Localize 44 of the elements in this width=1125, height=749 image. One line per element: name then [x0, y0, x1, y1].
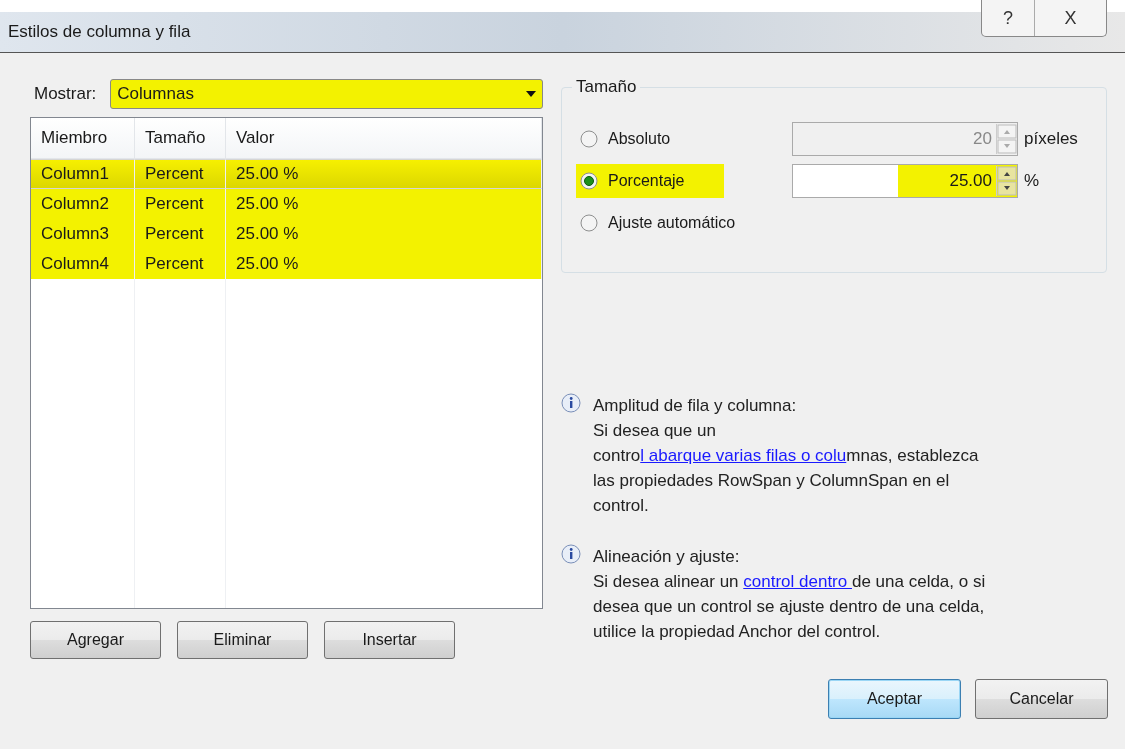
radio-button-icon[interactable]: [580, 214, 598, 232]
info-icon: [561, 544, 581, 564]
radio-button-icon[interactable]: [580, 172, 598, 190]
table-cell[interactable]: Column1: [31, 159, 135, 189]
table-cell[interactable]: 25.00 %: [226, 249, 542, 279]
table-cell[interactable]: 25.00 %: [226, 159, 542, 189]
list-action-button[interactable]: Insertar: [324, 621, 455, 659]
number-field[interactable]: 25.00: [792, 164, 1018, 198]
column-header[interactable]: Tamaño: [135, 118, 226, 159]
info-heading: Alineación y ajuste:: [593, 546, 741, 568]
radio-button-icon[interactable]: [580, 130, 598, 148]
dropdown-arrow-icon: [526, 91, 536, 97]
column-header[interactable]: Miembro: [31, 118, 135, 159]
column-header[interactable]: Valor: [226, 118, 542, 159]
list-action-button[interactable]: Agregar: [30, 621, 161, 659]
window-title: Estilos de columna y fila: [8, 22, 192, 42]
show-label: Mostrar:: [34, 84, 97, 104]
radio-option[interactable]: Porcentaje: [576, 164, 724, 198]
list-action-button[interactable]: Eliminar: [177, 621, 308, 659]
table-cell[interactable]: Column3: [31, 219, 135, 249]
table-cell[interactable]: 25.00 %: [226, 219, 542, 249]
show-dropdown[interactable]: Columnas: [110, 79, 543, 109]
info-heading: Amplitud de fila y columna:: [593, 395, 798, 417]
info-paragraph: Si desea que un control abarque varias filas o columnas, establezca las propiedades RowSpan y ColumnSpan en el control.: [593, 420, 980, 517]
unit-label: %: [1024, 171, 1040, 191]
table-cell[interactable]: 25.00 %: [226, 189, 542, 219]
info-icon: [561, 393, 581, 413]
help-link[interactable]: l abarque varias filas o colu: [640, 446, 847, 465]
table-cell[interactable]: Percent: [135, 219, 226, 249]
table-cell[interactable]: Percent: [135, 159, 226, 189]
table-cell[interactable]: Percent: [135, 249, 226, 279]
radio-option[interactable]: Absoluto: [576, 122, 792, 156]
help-button[interactable]: ?: [982, 0, 1034, 36]
unit-label: píxeles: [1024, 129, 1078, 149]
cancel-button[interactable]: Cancelar: [975, 679, 1108, 719]
spin-arrows-icon[interactable]: [996, 166, 1017, 196]
table-cell[interactable]: Column2: [31, 189, 135, 219]
radio-option[interactable]: Ajuste automático: [576, 206, 792, 240]
close-button[interactable]: X: [1034, 0, 1106, 36]
table-cell[interactable]: Column4: [31, 249, 135, 279]
table-cell[interactable]: Percent: [135, 189, 226, 219]
help-link[interactable]: control dentro: [743, 572, 852, 591]
info-paragraph: Si desea alinear un control dentro de una celda, o si desea que un control se ajuste dentro de una celda, utilice la propiedad Anchor del control.: [593, 571, 987, 643]
ok-button[interactable]: Aceptar: [828, 679, 961, 719]
